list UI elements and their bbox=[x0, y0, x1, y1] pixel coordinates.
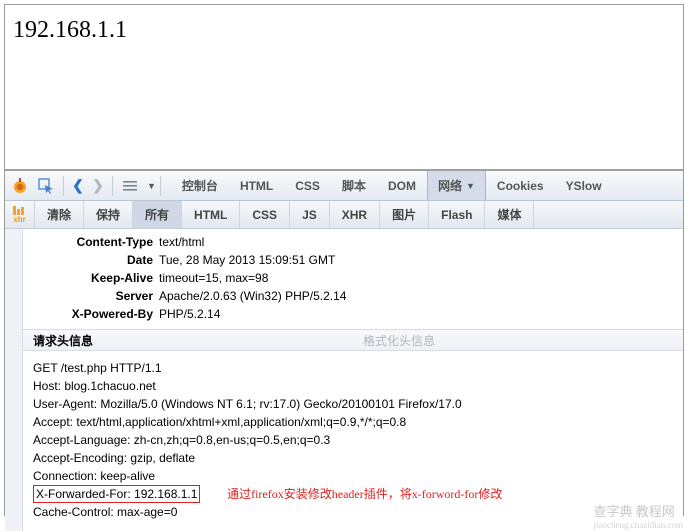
net-clear-label: 清除 bbox=[47, 206, 71, 223]
devtools-panel: ❮ ❯ ▼ 控制台 HTML CSS 脚本 DOM 网络 ▼ Cookies bbox=[5, 169, 683, 531]
tab-html-label: HTML bbox=[240, 179, 273, 193]
inspect-icon[interactable] bbox=[35, 175, 57, 197]
page-content-area: 192.168.1.1 bbox=[5, 5, 683, 169]
annotation-text: 通过firefox安装修改header插件，将x-forword-for修改 bbox=[227, 487, 502, 501]
header-row: Server Apache/2.0.63 (Win32) PHP/5.2.14 bbox=[23, 287, 683, 305]
tab-request-headers[interactable]: 请求头信息 bbox=[23, 330, 353, 350]
watermark-line2: jiaocheng.chazidian.com bbox=[594, 520, 683, 530]
request-xff-row: X-Forwarded-For: 192.168.1.1 通过firefox安装… bbox=[33, 485, 673, 503]
header-server-value: Apache/2.0.63 (Win32) PHP/5.2.14 bbox=[159, 287, 346, 305]
net-filter-html-label: HTML bbox=[194, 208, 227, 222]
tab-net-label: 网络 bbox=[438, 177, 462, 194]
tab-css-label: CSS bbox=[295, 179, 320, 193]
net-persist-button[interactable]: 保持 bbox=[84, 201, 133, 228]
net-filter-xhr-label: XHR bbox=[342, 208, 367, 222]
top-tabs: 控制台 HTML CSS 脚本 DOM 网络 ▼ Cookies YSlow bbox=[171, 171, 613, 200]
tab-formatted-headers[interactable]: 格式化头信息 bbox=[353, 330, 683, 350]
tab-dom[interactable]: DOM bbox=[377, 171, 427, 200]
header-content-type-label: Content-Type bbox=[23, 233, 159, 251]
header-row: Content-Type text/html bbox=[23, 233, 683, 251]
request-accept: Accept: text/html,application/xhtml+xml,… bbox=[33, 413, 673, 431]
header-row: Date Tue, 28 May 2013 15:09:51 GMT bbox=[23, 251, 683, 269]
xhr-icon-label: xhr bbox=[13, 216, 25, 224]
header-row: Keep-Alive timeout=15, max=98 bbox=[23, 269, 683, 287]
tab-request-headers-label: 请求头信息 bbox=[33, 332, 93, 349]
xhr-panel-icon[interactable]: xhr bbox=[5, 201, 35, 228]
net-filter-xhr[interactable]: XHR bbox=[330, 201, 380, 228]
tab-yslow[interactable]: YSlow bbox=[555, 171, 613, 200]
net-filter-flash-label: Flash bbox=[441, 208, 472, 222]
header-content-type-value: text/html bbox=[159, 233, 204, 251]
net-filter-flash[interactable]: Flash bbox=[429, 201, 485, 228]
net-filter-html[interactable]: HTML bbox=[182, 201, 240, 228]
tab-script[interactable]: 脚本 bbox=[331, 171, 377, 200]
tab-cookies-label: Cookies bbox=[497, 179, 544, 193]
net-filter-css[interactable]: CSS bbox=[240, 201, 290, 228]
window-frame: 192.168.1.1 ❮ ❯ bbox=[4, 4, 684, 516]
header-date-value: Tue, 28 May 2013 15:09:51 GMT bbox=[159, 251, 335, 269]
details-gutter bbox=[5, 229, 23, 531]
request-ua: User-Agent: Mozilla/5.0 (Windows NT 6.1;… bbox=[33, 395, 673, 413]
net-persist-label: 保持 bbox=[96, 206, 120, 223]
toolbar-separator bbox=[112, 176, 113, 196]
net-clear-button[interactable]: 清除 bbox=[35, 201, 84, 228]
tab-dom-label: DOM bbox=[388, 179, 416, 193]
tab-formatted-headers-label: 格式化头信息 bbox=[363, 332, 435, 349]
net-filter-js-label: JS bbox=[302, 208, 317, 222]
tab-cookies[interactable]: Cookies bbox=[486, 171, 555, 200]
request-line: GET /test.php HTTP/1.1 bbox=[33, 359, 673, 377]
header-row: X-Powered-By PHP/5.2.14 bbox=[23, 305, 683, 323]
tab-console[interactable]: 控制台 bbox=[171, 171, 229, 200]
tab-net[interactable]: 网络 ▼ bbox=[427, 171, 486, 200]
net-filter-css-label: CSS bbox=[252, 208, 277, 222]
request-host: Host: blog.1chacuo.net bbox=[33, 377, 673, 395]
nav-back-button[interactable]: ❮ bbox=[68, 175, 88, 197]
net-filter-media[interactable]: 媒体 bbox=[485, 201, 534, 228]
response-headers-table: Content-Type text/html Date Tue, 28 May … bbox=[23, 233, 683, 329]
header-keep-alive-label: Keep-Alive bbox=[23, 269, 159, 287]
header-date-label: Date bbox=[23, 251, 159, 269]
menu-lines-icon[interactable] bbox=[119, 175, 141, 197]
request-accept-encoding: Accept-Encoding: gzip, deflate bbox=[33, 449, 673, 467]
net-filter-images[interactable]: 图片 bbox=[380, 201, 429, 228]
request-connection: Connection: keep-alive bbox=[33, 467, 673, 485]
net-filter-media-label: 媒体 bbox=[497, 206, 521, 223]
header-section-tabs: 请求头信息 格式化头信息 bbox=[23, 329, 683, 351]
watermark: 查字典 教程网 jiaocheng.chazidian.com bbox=[594, 501, 683, 530]
watermark-line1: 查字典 教程网 bbox=[594, 504, 675, 519]
request-xff-highlight: X-Forwarded-For: 192.168.1.1 bbox=[33, 485, 200, 503]
firebug-icon[interactable] bbox=[9, 175, 31, 197]
header-server-label: Server bbox=[23, 287, 159, 305]
nav-forward-button: ❯ bbox=[88, 175, 108, 197]
net-filter-images-label: 图片 bbox=[392, 206, 416, 223]
tab-yslow-label: YSlow bbox=[566, 179, 602, 193]
tab-script-label: 脚本 bbox=[342, 177, 366, 194]
toolbar-separator bbox=[63, 176, 64, 196]
tab-css[interactable]: CSS bbox=[284, 171, 331, 200]
chevron-down-icon[interactable]: ▼ bbox=[147, 181, 156, 191]
header-keep-alive-value: timeout=15, max=98 bbox=[159, 269, 268, 287]
request-accept-language: Accept-Language: zh-cn,zh;q=0.8,en-us;q=… bbox=[33, 431, 673, 449]
request-cache-control: Cache-Control: max-age=0 bbox=[33, 503, 673, 521]
tab-console-label: 控制台 bbox=[182, 177, 218, 194]
header-x-powered-by-label: X-Powered-By bbox=[23, 305, 159, 323]
net-sub-toolbar: xhr 清除 保持 所有 HTML CSS JS XHR 图片 Flash 媒体 bbox=[5, 201, 683, 229]
toolbar-separator bbox=[160, 176, 161, 196]
tab-html[interactable]: HTML bbox=[229, 171, 284, 200]
net-filter-js[interactable]: JS bbox=[290, 201, 330, 228]
devtools-top-toolbar: ❮ ❯ ▼ 控制台 HTML CSS 脚本 DOM 网络 ▼ Cookies bbox=[5, 171, 683, 201]
net-filter-all[interactable]: 所有 bbox=[133, 201, 182, 228]
net-filter-all-label: 所有 bbox=[145, 206, 169, 223]
net-details-pane: Content-Type text/html Date Tue, 28 May … bbox=[5, 229, 683, 531]
details-content: Content-Type text/html Date Tue, 28 May … bbox=[23, 229, 683, 531]
request-raw-block: GET /test.php HTTP/1.1 Host: blog.1chacu… bbox=[23, 351, 683, 525]
page-ip-text: 192.168.1.1 bbox=[13, 17, 675, 44]
header-x-powered-by-value: PHP/5.2.14 bbox=[159, 305, 220, 323]
chevron-down-icon[interactable]: ▼ bbox=[466, 181, 475, 191]
